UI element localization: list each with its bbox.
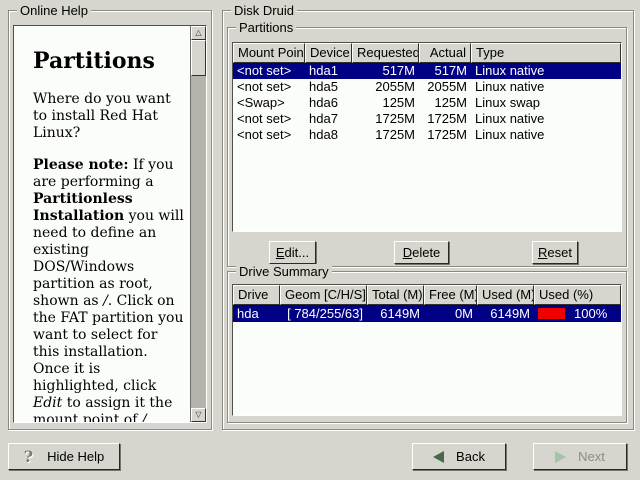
column-header-used-m[interactable]: Used (M) — [477, 285, 534, 305]
cell-device: hda8 — [305, 127, 352, 143]
partition-row[interactable]: <not set> hda5 2055M 2055M Linux native — [233, 79, 621, 95]
cell-mount-point: <not set> — [233, 111, 305, 127]
back-button[interactable]: Back — [412, 443, 506, 470]
cell-type: Linux native — [471, 111, 621, 127]
cell-mount-point: <not set> — [233, 63, 305, 79]
next-arrow-icon — [555, 451, 566, 463]
help-title: Partitions — [33, 48, 186, 74]
column-header-geom[interactable]: Geom [C/H/S] — [280, 285, 367, 305]
column-header-device[interactable]: Device — [305, 43, 352, 63]
cell-actual: 2055M — [419, 79, 471, 95]
cell-geom: [ 784/255/63] — [280, 305, 367, 322]
column-header-actual[interactable]: Actual — [419, 43, 471, 63]
drive-row[interactable]: hda [ 784/255/63] 6149M 0M 6149M 100% — [233, 305, 621, 322]
cell-type: Linux swap — [471, 95, 621, 111]
used-percent-bar — [538, 308, 565, 319]
scroll-down-button[interactable]: ▽ — [191, 408, 206, 422]
disk-druid-panel: Disk Druid Partitions Mount Point Device… — [222, 10, 634, 430]
scroll-up-button[interactable]: △ — [191, 26, 206, 40]
partitions-table: Mount Point Device Requested Actual Type… — [232, 42, 622, 232]
cell-actual: 517M — [419, 63, 471, 79]
help-note-italic: / — [142, 412, 147, 422]
cell-device: hda5 — [305, 79, 352, 95]
cell-device: hda7 — [305, 111, 352, 127]
delete-button-label: D — [403, 245, 412, 260]
partitions-frame-label: Partitions — [236, 20, 296, 35]
cell-actual: 1725M — [419, 111, 471, 127]
disk-druid-frame-label: Disk Druid — [231, 3, 297, 18]
online-help-panel: Online Help Partitions Where do you want… — [8, 10, 212, 430]
drive-summary-section: Drive Summary Drive Geom [C/H/S] Total (… — [227, 271, 627, 423]
cell-drive: hda — [233, 305, 280, 322]
scroll-down-icon: ▽ — [195, 410, 201, 419]
help-intro: Where do you want to install Red Hat Lin… — [33, 91, 186, 142]
reset-button[interactable]: Reset — [532, 241, 578, 264]
drive-summary-frame-label: Drive Summary — [236, 264, 332, 279]
partitions-section: Partitions Mount Point Device Requested … — [227, 27, 627, 267]
column-header-free[interactable]: Free (M) — [424, 285, 477, 305]
edit-button[interactable]: Edit... — [269, 241, 316, 264]
cell-requested: 517M — [352, 63, 419, 79]
column-header-used-pct[interactable]: Used (%) — [534, 285, 621, 305]
edit-button-label: dit... — [285, 245, 310, 260]
scroll-up-icon: △ — [195, 28, 201, 37]
scrollbar-track[interactable] — [191, 40, 206, 408]
cell-requested: 125M — [352, 95, 419, 111]
cell-type: Linux native — [471, 63, 621, 79]
cell-device: hda1 — [305, 63, 352, 79]
cell-total: 6149M — [367, 305, 424, 322]
column-header-mount-point[interactable]: Mount Point — [233, 43, 305, 63]
cell-free: 0M — [424, 305, 477, 322]
cell-mount-point: <not set> — [233, 127, 305, 143]
help-question-icon: ? — [24, 447, 33, 466]
partition-row[interactable]: <not set> hda1 517M 517M Linux native — [233, 63, 621, 79]
hide-help-button-label: Hide Help — [47, 449, 104, 464]
column-header-type[interactable]: Type — [471, 43, 621, 63]
column-header-total[interactable]: Total (M) — [367, 285, 424, 305]
column-header-requested[interactable]: Requested — [352, 43, 419, 63]
partitions-table-header: Mount Point Device Requested Actual Type — [233, 43, 621, 63]
drive-summary-table: Drive Geom [C/H/S] Total (M) Free (M) Us… — [232, 284, 622, 416]
partition-row[interactable]: <not set> hda7 1725M 1725M Linux native — [233, 111, 621, 127]
cell-actual: 125M — [419, 95, 471, 111]
back-arrow-icon — [433, 451, 444, 463]
drive-summary-table-header: Drive Geom [C/H/S] Total (M) Free (M) Us… — [233, 285, 621, 305]
cell-mount-point: <not set> — [233, 79, 305, 95]
cell-requested: 1725M — [352, 127, 419, 143]
cell-type: Linux native — [471, 127, 621, 143]
partition-row[interactable]: <Swap> hda6 125M 125M Linux swap — [233, 95, 621, 111]
reset-button-label: eset — [547, 245, 572, 260]
online-help-frame-label: Online Help — [17, 3, 91, 18]
column-header-drive[interactable]: Drive — [233, 285, 280, 305]
partition-row[interactable]: <not set> hda8 1725M 1725M Linux native — [233, 127, 621, 143]
help-scrollbar[interactable]: △ ▽ — [190, 26, 206, 422]
cell-used-pct: 100% — [534, 305, 621, 322]
used-percent-label: 100% — [574, 305, 607, 322]
back-button-label: Back — [456, 449, 485, 464]
delete-button-label: elete — [412, 245, 440, 260]
hide-help-button[interactable]: ? Hide Help — [8, 443, 120, 470]
help-note-italic: Edit — [33, 395, 62, 411]
edit-button-label: E — [276, 245, 285, 260]
cell-used-m: 6149M — [477, 305, 534, 322]
cell-mount-point: <Swap> — [233, 95, 305, 111]
next-button[interactable]: Next — [533, 443, 627, 470]
reset-button-label: R — [538, 245, 547, 260]
next-button-label: Next — [578, 449, 605, 464]
help-text: Partitions Where do you want to install … — [14, 26, 190, 422]
cell-requested: 2055M — [352, 79, 419, 95]
scrollbar-thumb[interactable] — [191, 40, 206, 76]
help-note-bold: Please note: — [33, 157, 129, 173]
cell-actual: 1725M — [419, 127, 471, 143]
delete-button[interactable]: Delete — [394, 241, 449, 264]
cell-device: hda6 — [305, 95, 352, 111]
help-content-area: Partitions Where do you want to install … — [13, 25, 207, 423]
help-note-bold: Partitionless Installation — [33, 191, 133, 224]
cell-requested: 1725M — [352, 111, 419, 127]
help-note: Please note: If you are performing a Par… — [33, 157, 186, 422]
cell-type: Linux native — [471, 79, 621, 95]
